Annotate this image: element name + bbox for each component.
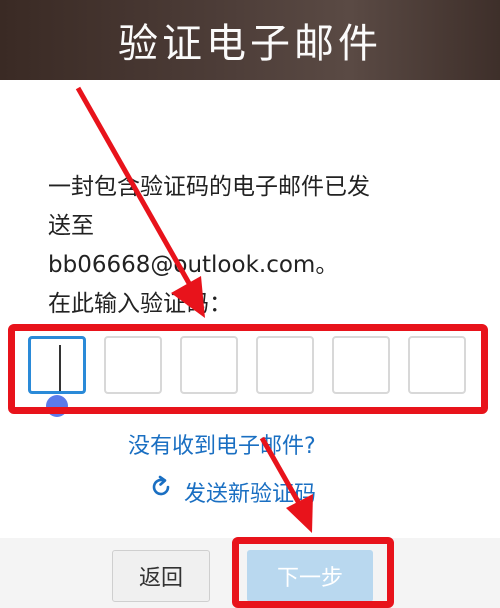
- back-button[interactable]: 返回: [112, 550, 210, 602]
- no-email-link[interactable]: 没有收到电子邮件?: [128, 428, 316, 460]
- arrow-to-code-inputs: [75, 86, 205, 318]
- page-title: 验证电子邮件: [118, 21, 382, 67]
- refresh-icon[interactable]: [149, 475, 173, 499]
- resend-code-link[interactable]: 发送新验证码: [184, 476, 316, 508]
- email-address: bb06668@outlook.com。: [48, 252, 339, 278]
- message-line-2: 送至: [48, 213, 94, 239]
- message-line-1: 一封包含验证码的电子邮件已发: [48, 174, 370, 200]
- page-header: 验证电子邮件: [0, 0, 500, 80]
- next-highlight-box: [232, 537, 394, 608]
- code-prompt: 在此输入验证码：: [48, 291, 232, 317]
- code-highlight-box: [8, 324, 488, 414]
